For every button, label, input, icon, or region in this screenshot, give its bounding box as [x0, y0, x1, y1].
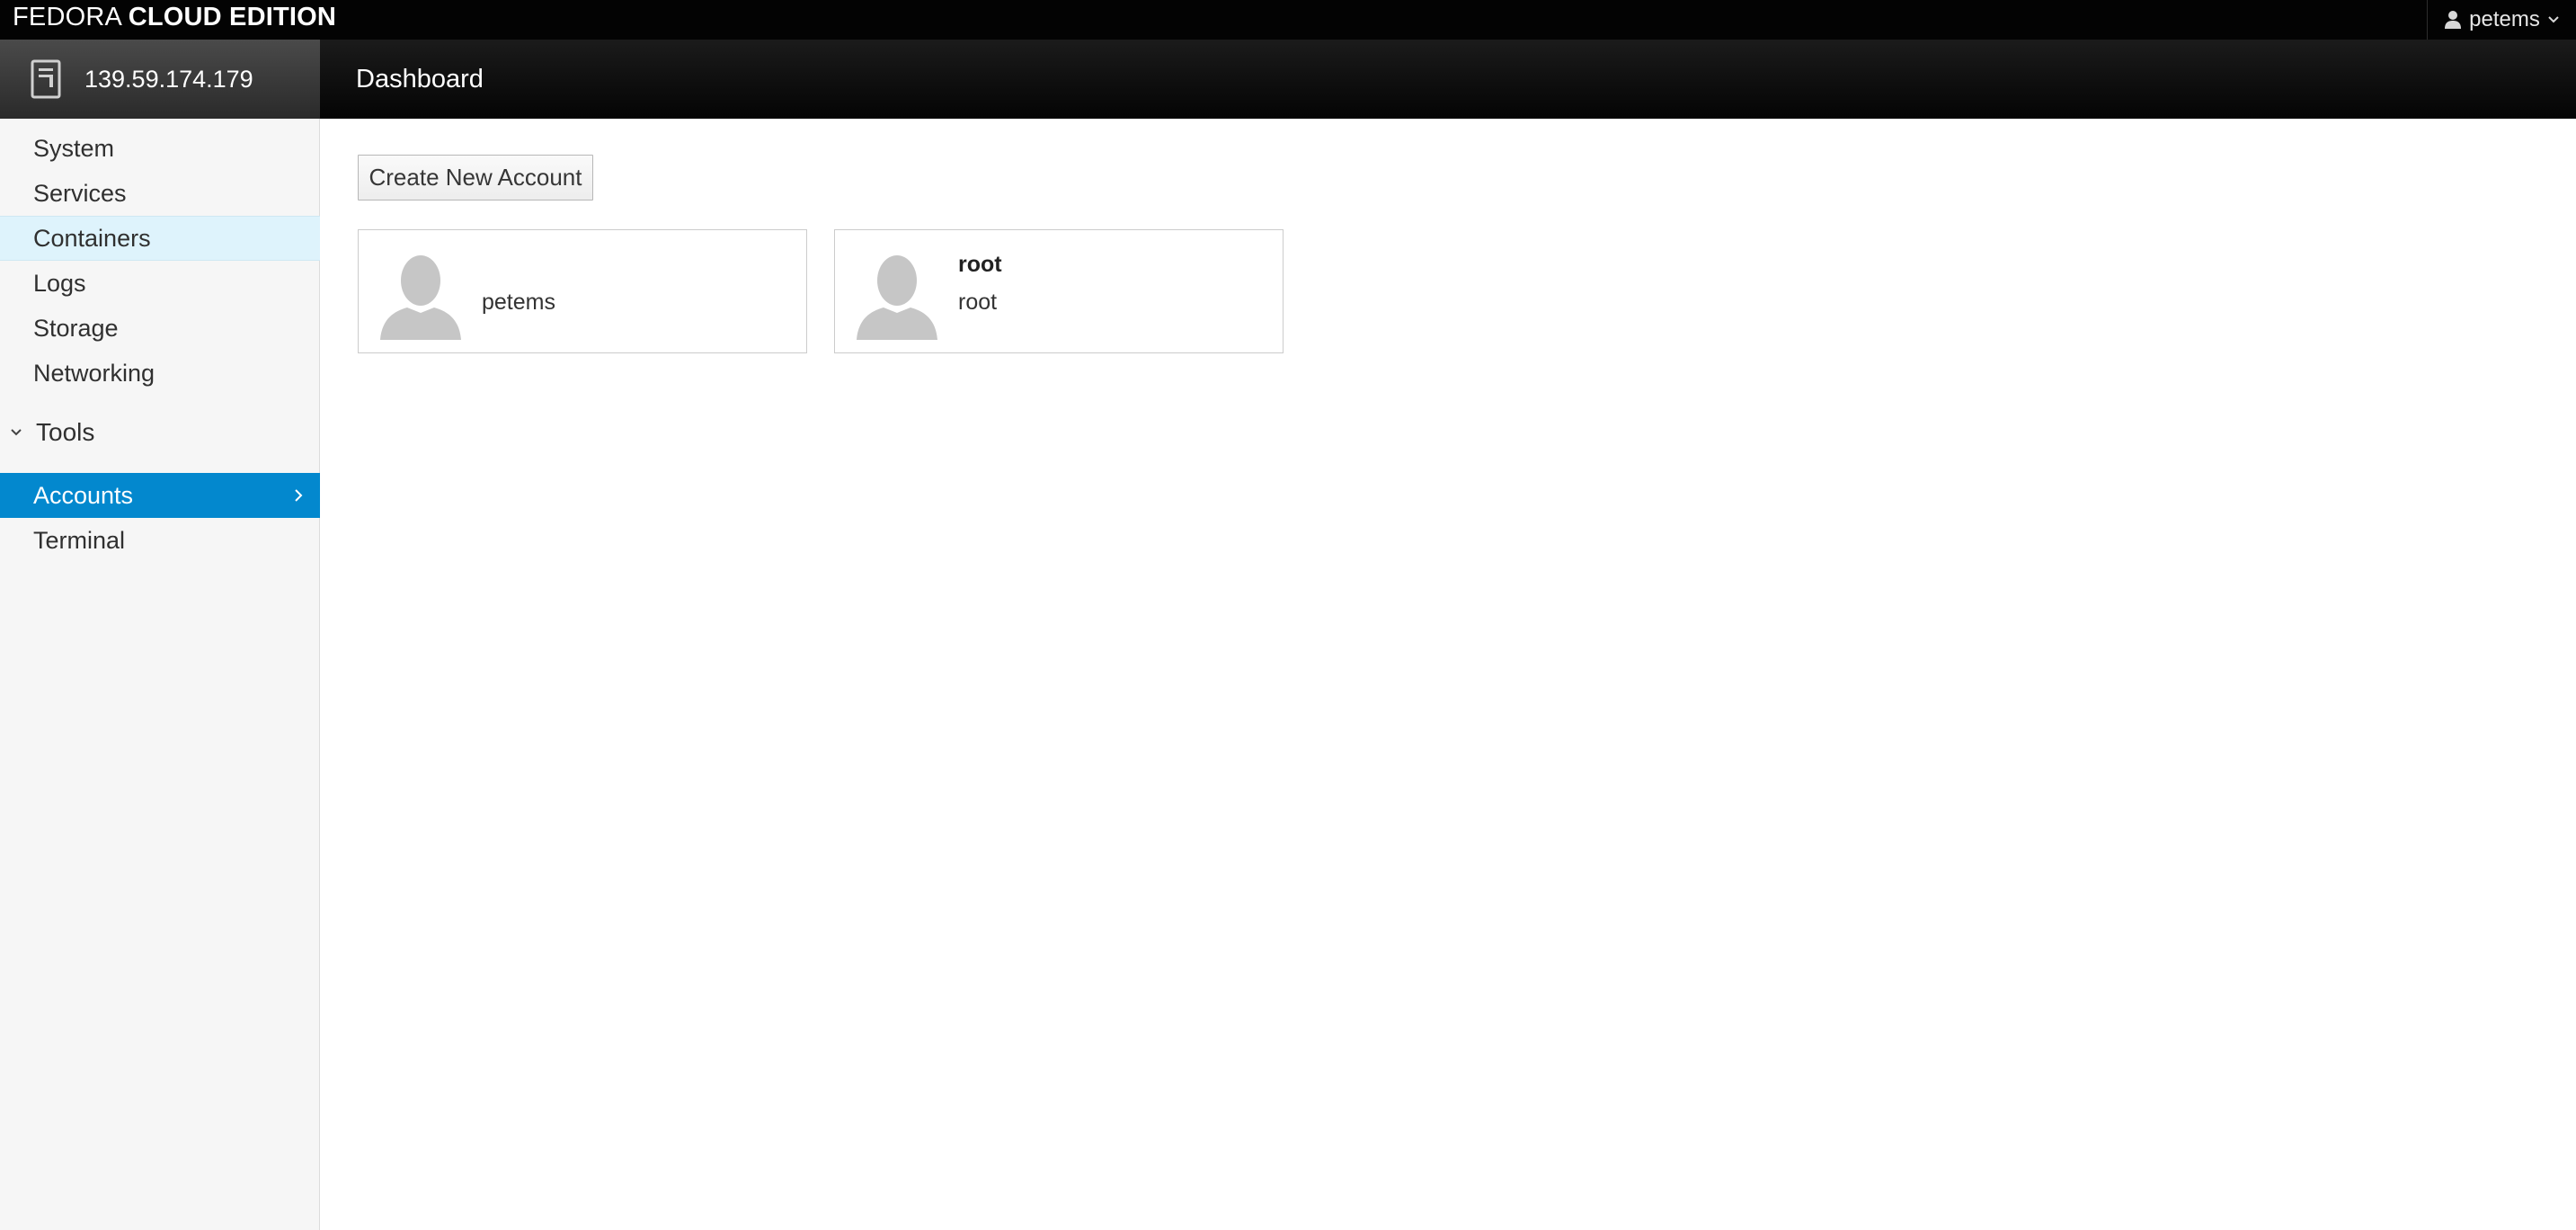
avatar-icon	[380, 255, 461, 340]
sidebar-item-containers[interactable]: Containers	[0, 216, 320, 261]
user-icon	[2445, 11, 2462, 29]
sidebar-item-label: System	[33, 134, 115, 162]
sidebar-group-tools[interactable]: Tools	[0, 410, 320, 455]
brand-light: FEDORA	[13, 3, 129, 31]
host-address: 139.59.174.179	[84, 65, 253, 93]
avatar-icon	[857, 255, 937, 340]
user-menu[interactable]: petems	[2427, 0, 2576, 40]
chevron-down-icon	[2548, 16, 2559, 23]
sidebar-item-label: Networking	[33, 359, 155, 387]
brand-logo: FEDORA CLOUD EDITION	[13, 0, 336, 36]
sidebar-item-label: Accounts	[33, 481, 134, 509]
page-header: Dashboard	[320, 40, 2576, 119]
sidebar-item-label: Storage	[33, 314, 119, 342]
top-navbar: FEDORA CLOUD EDITION petems	[0, 0, 2576, 40]
account-username: petems	[482, 290, 555, 315]
sidebar-item-label: Logs	[33, 269, 86, 297]
brand-bold: CLOUD EDITION	[128, 3, 337, 31]
account-username: root	[958, 290, 998, 315]
account-full-name: root	[958, 252, 1002, 277]
sidebar-item-label: Containers	[33, 224, 151, 252]
sidebar-item-terminal[interactable]: Terminal	[0, 518, 320, 563]
account-card-petems[interactable]: petems	[358, 229, 807, 353]
page-title: Dashboard	[356, 64, 484, 94]
host-switcher[interactable]: 139.59.174.179	[0, 40, 320, 119]
sidebar-item-accounts[interactable]: Accounts	[0, 473, 320, 518]
sidebar-item-services[interactable]: Services	[0, 171, 320, 216]
chevron-right-icon	[295, 489, 303, 502]
account-card-root[interactable]: root root	[834, 229, 1284, 353]
sidebar-item-system[interactable]: System	[0, 126, 320, 171]
server-icon	[31, 59, 61, 99]
sidebar-group-label: Tools	[36, 418, 95, 446]
sidebar-item-label: Terminal	[33, 526, 126, 554]
sidebar-item-networking[interactable]: Networking	[0, 351, 320, 396]
user-menu-username: petems	[2469, 7, 2540, 31]
chevron-down-icon	[11, 429, 22, 436]
sidebar: System Services Containers Logs Storage …	[0, 119, 320, 1230]
create-account-button[interactable]: Create New Account	[358, 155, 593, 201]
sidebar-item-label: Services	[33, 179, 127, 207]
sidebar-item-logs[interactable]: Logs	[0, 261, 320, 306]
sidebar-item-storage[interactable]: Storage	[0, 306, 320, 351]
